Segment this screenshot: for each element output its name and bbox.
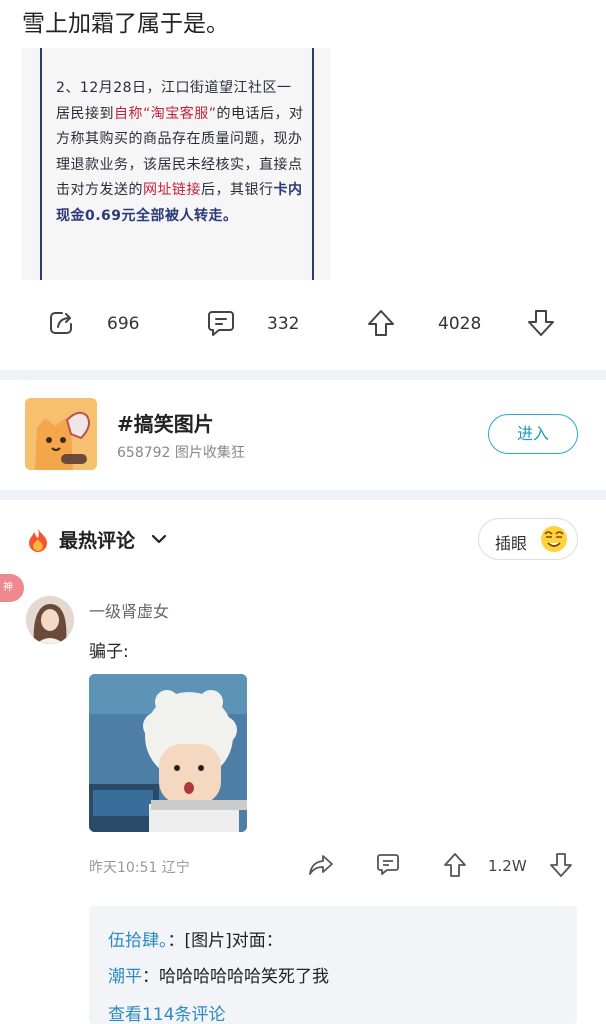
chevron-down-icon[interactable]	[150, 530, 168, 548]
upvote-icon[interactable]	[442, 852, 468, 878]
user-avatar[interactable]	[26, 596, 74, 644]
news-highlight: 自称“淘宝客服”	[114, 105, 217, 122]
insert-eye-label: 插眼	[495, 534, 528, 553]
group-name[interactable]: #搞笑图片	[117, 408, 214, 437]
comment-text: 骗子:	[89, 642, 129, 662]
group-subtitle: 658792 图片收集狂	[117, 445, 245, 461]
avatar-photo	[26, 596, 74, 644]
news-highlight: 网址链接	[143, 182, 201, 198]
comment-count: 332	[267, 314, 300, 334]
news-text: 2、12月28日，江口街道望江社区一居民接到自称“淘宝客服”的电话后，对方称其购…	[56, 76, 304, 229]
news-text-part: 后，其银行	[201, 182, 274, 198]
hot-comments-title[interactable]: 最热评论	[59, 526, 135, 553]
post-image[interactable]: 2、12月28日，江口街道望江社区一居民接到自称“淘宝客服”的电话后，对方称其购…	[22, 48, 330, 280]
share-icon[interactable]	[46, 308, 76, 338]
sheep-meme-image	[89, 674, 247, 832]
news-border-right	[312, 48, 314, 280]
god-comment-badge: 神	[0, 574, 24, 602]
section-divider	[0, 370, 606, 380]
comment-meta-bar: 昨天10:51 辽宁 1.2W	[0, 848, 606, 884]
news-border-left	[40, 48, 42, 280]
share-count: 696	[107, 314, 140, 334]
upvote-count: 4028	[438, 314, 482, 334]
post-action-bar: 696 332 4028	[0, 300, 606, 350]
comment-icon[interactable]	[375, 852, 401, 878]
comment-icon[interactable]	[206, 308, 236, 338]
comment-image[interactable]	[89, 674, 247, 832]
enter-button[interactable]: 进入	[488, 414, 578, 454]
hot-comments-header: 最热评论 插眼	[0, 510, 606, 570]
reply-text: ：[图片]对面：	[167, 931, 283, 951]
section-divider	[0, 490, 606, 500]
reply-text: ：哈哈哈哈哈哈笑死了我	[142, 967, 329, 987]
replies-box: 伍拾肆。：[图片]对面： 潮平：哈哈哈哈哈哈笑死了我 查看114条评论	[89, 906, 577, 1024]
group-avatar[interactable]	[25, 398, 97, 470]
cat-avatar-icon	[25, 398, 97, 470]
sly-smile-emoji-icon	[541, 526, 567, 552]
upvote-icon[interactable]	[366, 308, 396, 338]
fire-icon	[29, 528, 47, 552]
reply-item[interactable]: 潮平：哈哈哈哈哈哈笑死了我	[108, 962, 329, 987]
downvote-icon[interactable]	[548, 852, 574, 878]
comment-username[interactable]: 一级肾虚女	[89, 598, 169, 622]
reply-username[interactable]: 潮平	[108, 967, 142, 987]
reply-item[interactable]: 伍拾肆。：[图片]对面：	[108, 926, 283, 951]
reply-username[interactable]: 伍拾肆。	[108, 931, 168, 951]
comment-time-location: 昨天10:51 辽宁	[89, 860, 190, 876]
post-title: 雪上加霜了属于是。	[22, 11, 229, 37]
insert-eye-button[interactable]: 插眼	[478, 518, 578, 560]
comment-like-count: 1.2W	[488, 857, 527, 875]
group-card[interactable]: #搞笑图片 658792 图片收集狂 进入	[0, 396, 606, 480]
share-icon[interactable]	[308, 852, 334, 878]
view-more-comments-link[interactable]: 查看114条评论	[108, 1000, 225, 1024]
downvote-icon[interactable]	[526, 308, 556, 338]
